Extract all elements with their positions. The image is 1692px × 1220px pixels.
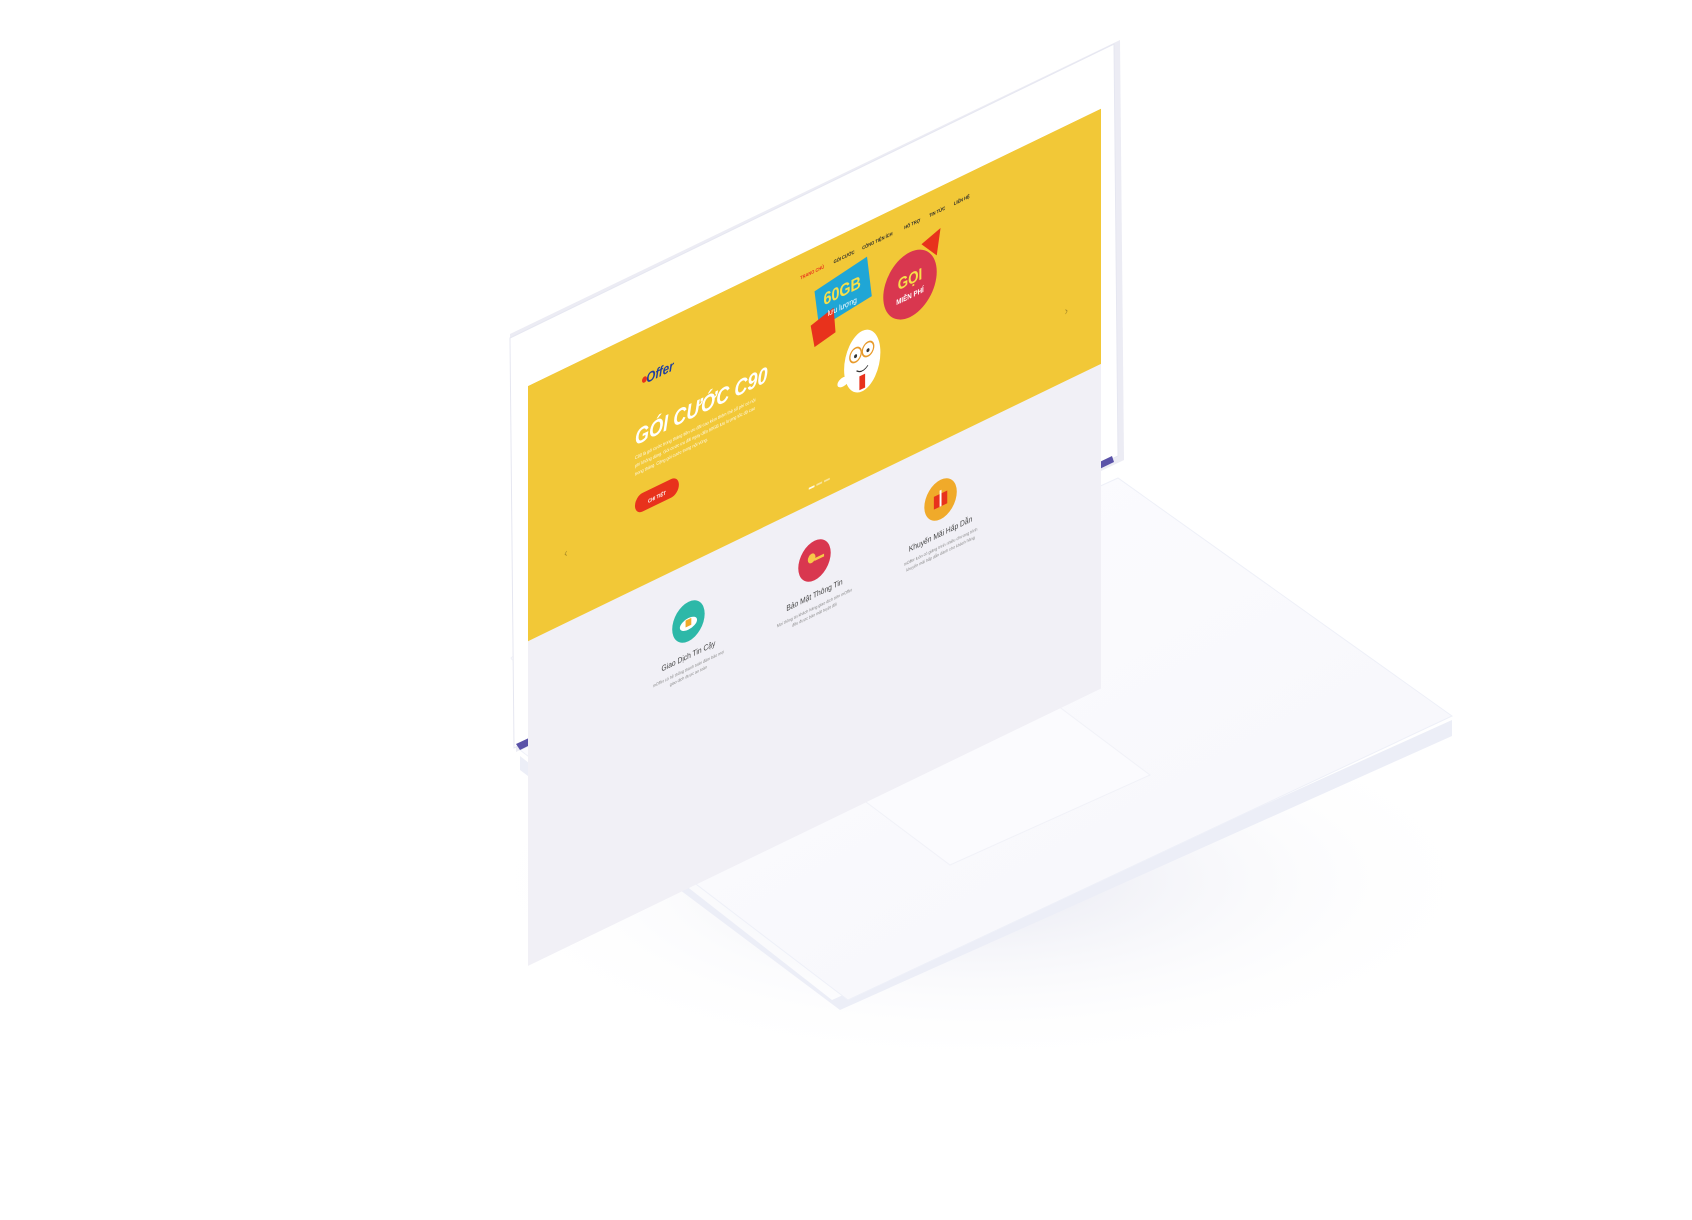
mockup-stage: Offer TRANG CHỦ GÓI CƯỚC CÔNG TIỆN ÍCH HỖ T…	[0, 0, 1692, 1220]
slider-prev-arrow[interactable]: ‹	[564, 546, 567, 560]
laptop-mockup: Offer TRANG CHỦGÓI CƯỚCCÔNG TIỆN ÍCHHỖ T…	[460, 40, 1500, 1070]
gift-ribbon	[939, 489, 942, 507]
slider-next-arrow[interactable]: ›	[1065, 304, 1068, 318]
